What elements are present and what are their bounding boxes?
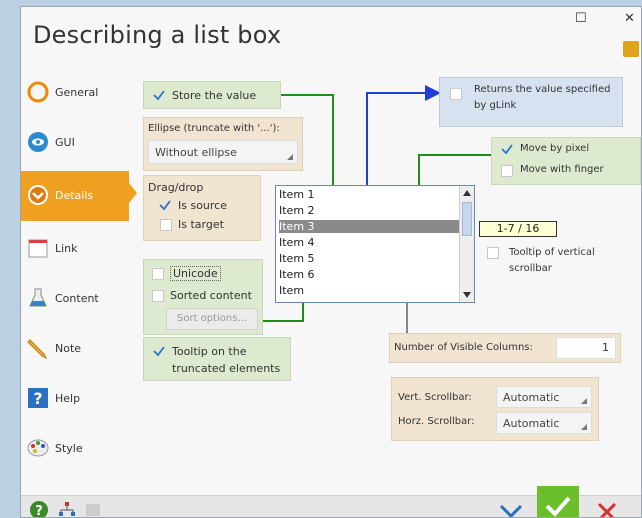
horz-scrollbar-select[interactable]: Automatic bbox=[496, 412, 592, 434]
tooltip-scrollbar-label-1: Tooltip of vertical bbox=[509, 247, 595, 258]
horz-scrollbar-label: Horz. Scrollbar: bbox=[398, 416, 475, 427]
vert-scrollbar-label: Vert. Scrollbar: bbox=[398, 392, 472, 403]
sorted-checkbox[interactable] bbox=[152, 290, 164, 302]
horz-scrollbar-value: Automatic bbox=[503, 417, 560, 430]
store-value-panel: Store the value bbox=[143, 81, 281, 109]
list-item[interactable]: Item 6 bbox=[279, 268, 315, 281]
checkmark-icon[interactable] bbox=[158, 198, 172, 212]
store-value-label: Store the value bbox=[172, 89, 257, 102]
check-icon bbox=[545, 496, 571, 517]
list-item[interactable]: Item 5 bbox=[279, 252, 315, 265]
tooltip-truncated-label-1: Tooltip on the bbox=[172, 345, 247, 358]
dropdown-arrow-icon bbox=[287, 154, 293, 160]
tree-icon[interactable] bbox=[57, 500, 77, 518]
unicode-checkbox[interactable] bbox=[152, 268, 164, 280]
move-options-panel: Move by pixel Move with finger bbox=[491, 137, 641, 185]
ok-button[interactable] bbox=[537, 486, 579, 517]
is-target-label: Is target bbox=[178, 218, 224, 231]
tooltip-truncated-panel: Tooltip on the truncated elements bbox=[143, 337, 291, 381]
list-item[interactable]: Item 1 bbox=[279, 188, 315, 201]
glink-label-2: by gLink bbox=[474, 100, 517, 111]
content-options-panel: Unicode Sorted content Sort options... bbox=[143, 259, 263, 335]
move-finger-label: Move with finger bbox=[520, 164, 604, 175]
list-item-selected[interactable]: Item 3 bbox=[279, 220, 461, 233]
move-finger-checkbox[interactable] bbox=[501, 165, 513, 177]
checkmark-icon[interactable] bbox=[500, 142, 514, 156]
dragdrop-panel: Drag/drop Is source Is target bbox=[143, 175, 261, 241]
list-box[interactable]: Item 1 Item 2 Item 3 Item 4 Item 5 Item … bbox=[275, 185, 475, 303]
footer-bar: ? bbox=[21, 486, 641, 518]
glink-label-1: Returns the value specified bbox=[474, 84, 611, 95]
dialog-window: Describing a list box ☐ ✕ General GUI De… bbox=[20, 6, 642, 518]
scrollbar-thumb[interactable] bbox=[462, 202, 472, 236]
visible-columns-panel: Number of Visible Columns: 1 bbox=[389, 333, 621, 363]
ellipse-label: Ellipse (truncate with '...'): bbox=[148, 123, 280, 134]
checkmark-icon[interactable] bbox=[152, 344, 166, 358]
is-target-checkbox[interactable] bbox=[160, 219, 172, 231]
move-pixel-label: Move by pixel bbox=[520, 143, 590, 154]
tooltip-scrollbar-label-2: scrollbar bbox=[509, 263, 552, 274]
list-item[interactable]: Item bbox=[279, 284, 304, 297]
disabled-icon bbox=[86, 504, 100, 516]
unicode-label: Unicode bbox=[170, 266, 221, 281]
help-circle-icon[interactable]: ? bbox=[29, 500, 49, 518]
sorted-label: Sorted content bbox=[170, 289, 252, 302]
is-source-label: Is source bbox=[178, 199, 228, 212]
vertical-scrollbar[interactable] bbox=[459, 186, 474, 302]
list-item[interactable]: Item 2 bbox=[279, 204, 315, 217]
vert-scrollbar-value: Automatic bbox=[503, 391, 560, 404]
dragdrop-label: Drag/drop bbox=[148, 181, 204, 194]
vert-scrollbar-select[interactable]: Automatic bbox=[496, 386, 592, 408]
scroll-up-icon[interactable] bbox=[463, 190, 471, 196]
dropdown-arrow-icon bbox=[581, 398, 587, 404]
tooltip-scrollbar-checkbox[interactable] bbox=[487, 247, 499, 259]
tooltip-truncated-label-2: truncated elements bbox=[172, 362, 281, 375]
chevron-down-button[interactable] bbox=[487, 496, 535, 518]
visible-columns-label: Number of Visible Columns: bbox=[394, 342, 533, 353]
list-item[interactable]: Item 4 bbox=[279, 236, 315, 249]
cancel-button[interactable] bbox=[583, 496, 631, 518]
checkmark-icon[interactable] bbox=[152, 88, 166, 102]
glink-checkbox[interactable] bbox=[450, 88, 462, 100]
glink-panel: Returns the value specified by gLink bbox=[439, 77, 623, 127]
scrollbar-options-panel: Vert. Scrollbar: Automatic Horz. Scrollb… bbox=[391, 377, 599, 441]
ellipse-select-value: Without ellipse bbox=[155, 146, 237, 159]
ellipse-select[interactable]: Without ellipse bbox=[148, 140, 298, 164]
svg-text:?: ? bbox=[35, 504, 43, 518]
visible-columns-input[interactable]: 1 bbox=[556, 337, 616, 359]
scroll-down-icon[interactable] bbox=[463, 292, 471, 298]
sort-options-button[interactable]: Sort options... bbox=[166, 308, 258, 330]
dropdown-arrow-icon bbox=[581, 424, 587, 430]
ellipse-panel: Ellipse (truncate with '...'): Without e… bbox=[143, 117, 303, 171]
item-counter: 1-7 / 16 bbox=[479, 221, 557, 237]
